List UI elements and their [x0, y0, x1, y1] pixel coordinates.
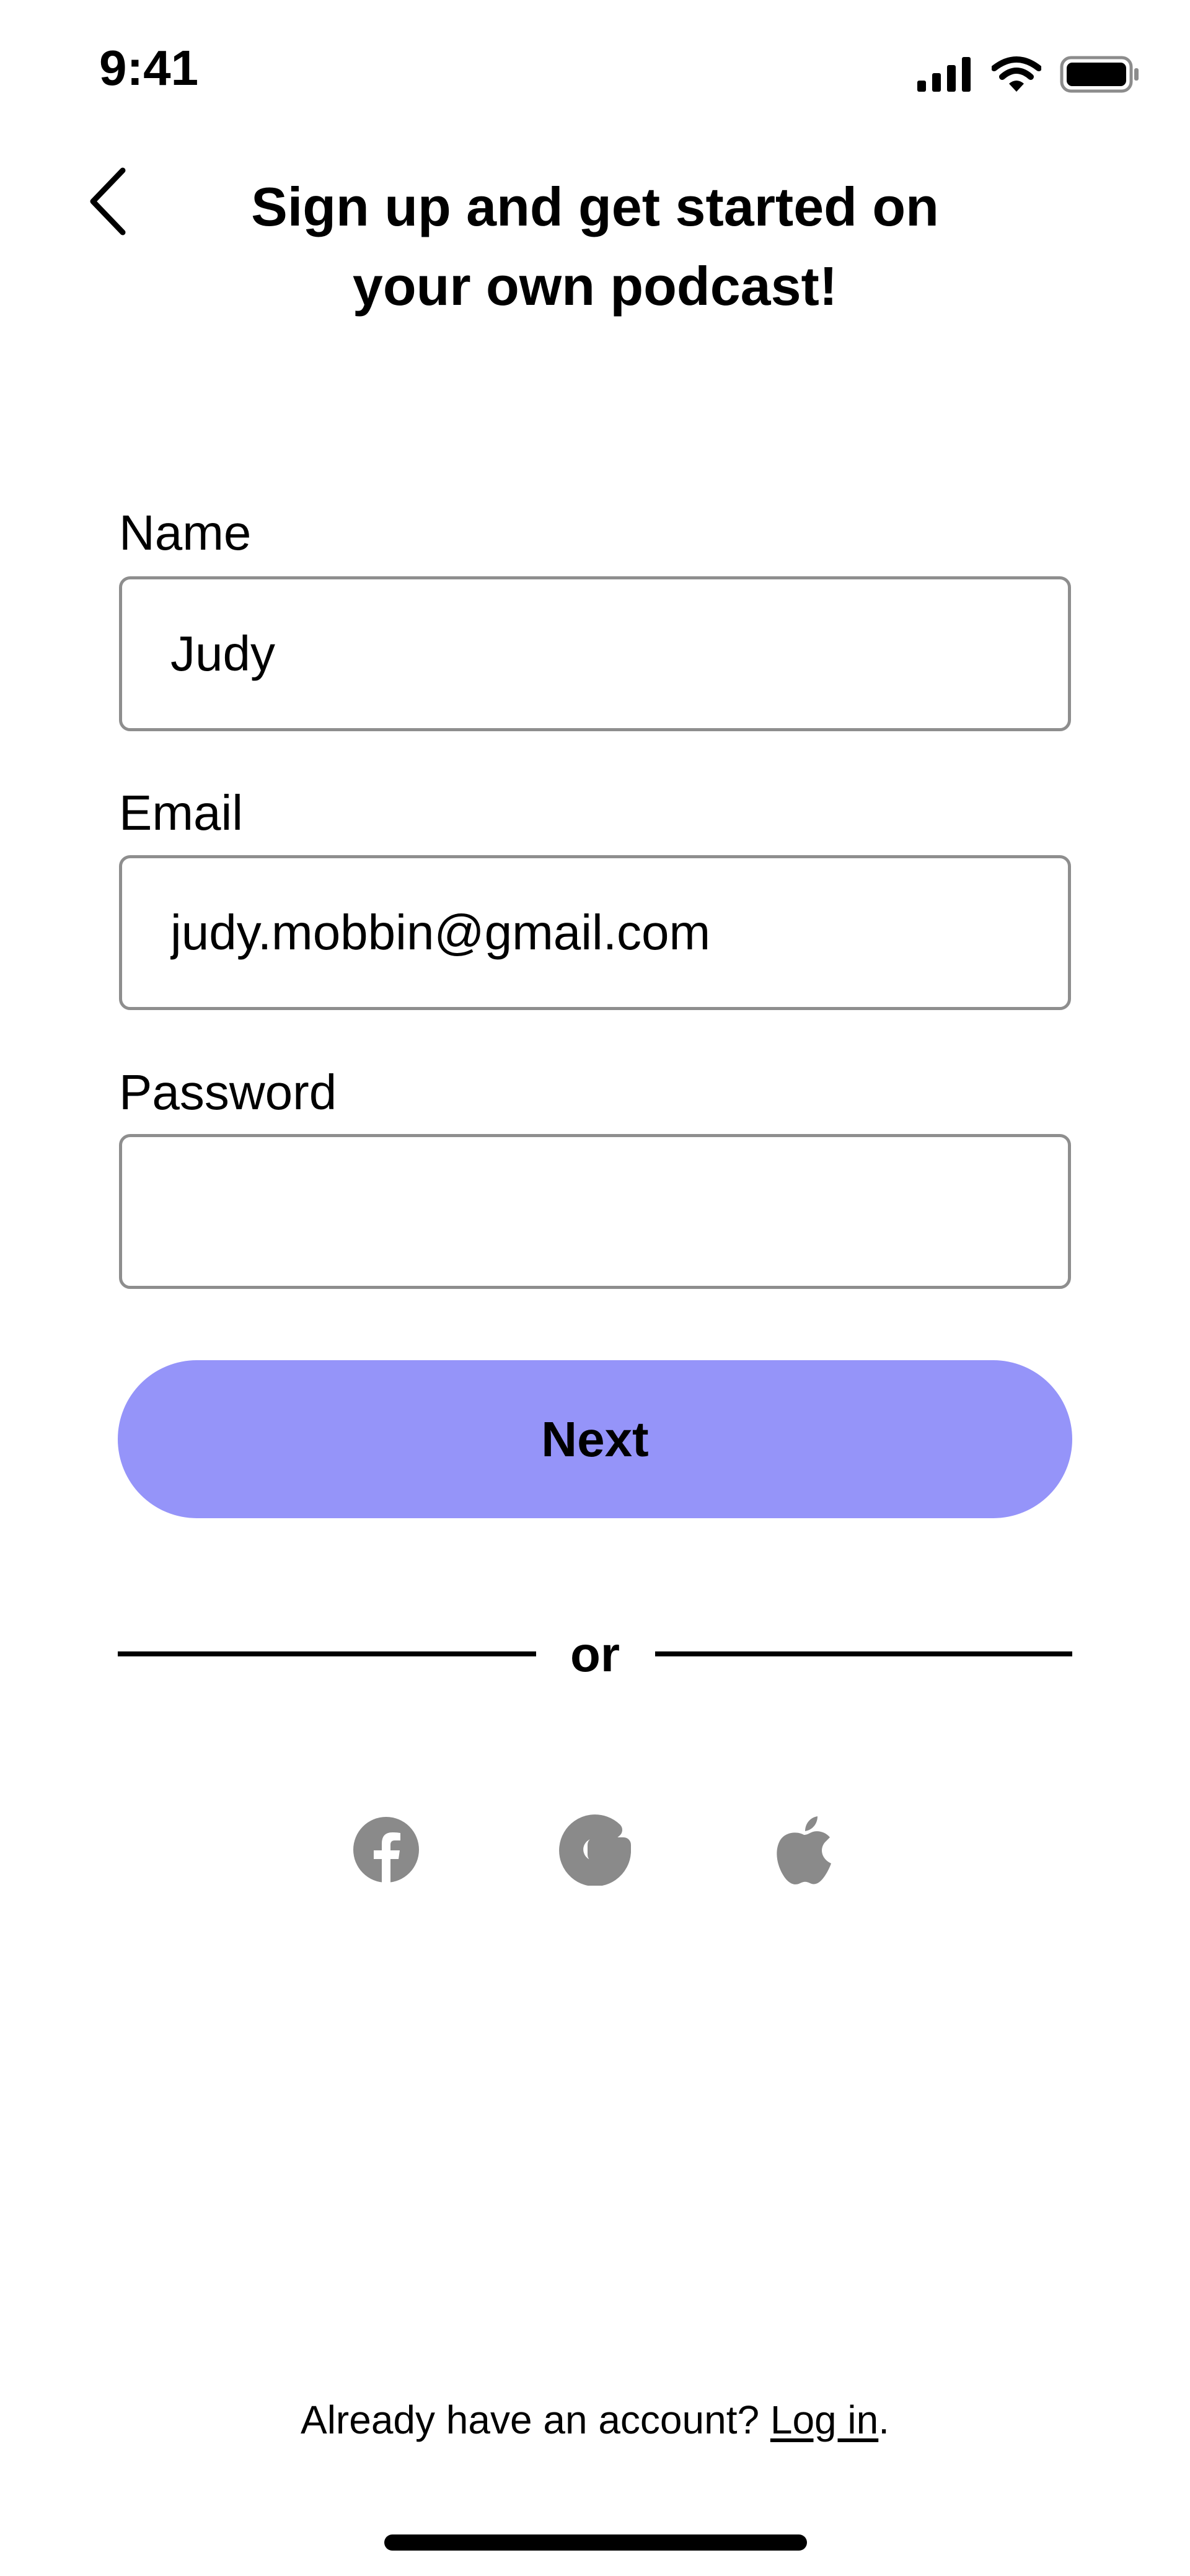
divider-line-left — [118, 1651, 536, 1656]
google-signin-button[interactable] — [555, 1809, 635, 1890]
cellular-signal-icon — [917, 57, 971, 92]
next-button[interactable]: Next — [118, 1360, 1072, 1518]
back-button[interactable] — [74, 158, 143, 245]
login-prompt: Already have an account? Log in. — [0, 2392, 1190, 2448]
facebook-icon — [353, 1817, 419, 1883]
chevron-left-icon — [90, 167, 126, 235]
divider-or: or — [570, 1627, 620, 1682]
email-label: Email — [119, 785, 244, 840]
password-label: Password — [119, 1065, 337, 1120]
divider-line-right — [655, 1651, 1072, 1656]
home-indicator — [384, 2534, 807, 2551]
page-title: Sign up and get started on your own podc… — [251, 176, 939, 317]
status-icons — [917, 55, 1140, 94]
facebook-signin-button[interactable] — [346, 1809, 426, 1890]
apple-signin-button[interactable] — [764, 1809, 844, 1890]
apple-icon — [777, 1816, 831, 1884]
login-link[interactable]: Log in — [770, 2398, 878, 2442]
login-prompt-suffix: . — [878, 2398, 889, 2442]
login-prompt-text: Already have an account? — [301, 2398, 770, 2442]
name-input[interactable] — [119, 576, 1071, 731]
name-label: Name — [119, 505, 252, 560]
google-icon — [559, 1814, 631, 1886]
battery-icon — [1060, 56, 1139, 93]
wifi-icon — [992, 56, 1041, 92]
password-input[interactable] — [119, 1134, 1071, 1289]
status-time: 9:41 — [99, 40, 199, 95]
email-input[interactable] — [119, 855, 1071, 1010]
